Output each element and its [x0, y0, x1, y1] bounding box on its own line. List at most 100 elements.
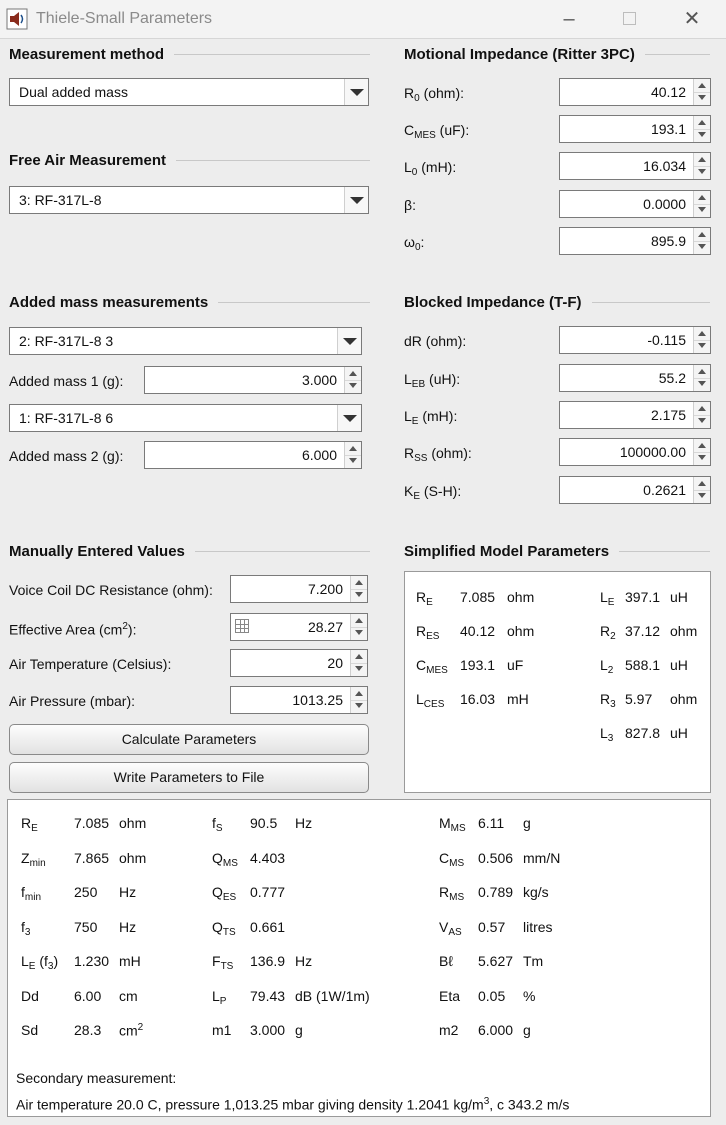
air-temperature-spinner[interactable]: 20 — [230, 649, 368, 677]
spin-down-icon[interactable] — [694, 129, 710, 142]
spin-up-icon[interactable] — [345, 367, 361, 381]
spin-up-icon[interactable] — [694, 79, 710, 93]
spin-up-icon[interactable] — [694, 477, 710, 491]
spin-up-icon[interactable] — [345, 442, 361, 456]
motional-spinner-2[interactable]: 16.034 — [559, 152, 711, 180]
added-mass-2-spinner[interactable]: 6.000 — [144, 441, 362, 469]
blocked-spinner-4[interactable]: 0.2621 — [559, 476, 711, 504]
window-title: Thiele-Small Parameters — [36, 10, 213, 27]
simplified-model-panel: RE 7.085 ohm RES 40.12 ohm CMES 193.1 uF LCES 16.0… — [404, 571, 711, 793]
result-param-symbol: fS — [212, 815, 223, 834]
spin-down-icon[interactable] — [694, 241, 710, 254]
spin-down-icon[interactable] — [694, 490, 710, 503]
spin-down-icon[interactable] — [351, 700, 367, 713]
simplified-param-value: 40.12 — [460, 623, 496, 639]
spin-up-icon[interactable] — [351, 614, 367, 628]
simplified-param-value: 5.97 — [625, 691, 653, 707]
result-param-value: 79.43 — [250, 987, 286, 1004]
result-param-value: 250 — [74, 884, 98, 900]
result-param-unit: Tm — [523, 953, 544, 969]
result-param-value: 3.000 — [250, 1022, 286, 1038]
blocked-label-3: RSS (ohm): — [404, 445, 472, 464]
motional-spinner-3[interactable]: 0.0000 — [559, 190, 711, 218]
dc-resistance-spinner[interactable]: 7.200 — [230, 575, 368, 603]
simplified-param-value: 7.085 — [460, 589, 496, 605]
free-air-select[interactable]: 3: RF-317L-8 — [9, 186, 369, 214]
blocked-spinner-2[interactable]: 2.175 — [559, 401, 711, 429]
result-param-value: 6.000 — [478, 1022, 514, 1038]
spin-up-icon[interactable] — [694, 228, 710, 242]
spin-down-icon[interactable] — [345, 380, 361, 393]
spin-down-icon[interactable] — [694, 166, 710, 179]
motional-label-0: R0 (ohm): — [404, 85, 465, 104]
motional-spinner-4[interactable]: 895.9 — [559, 227, 711, 255]
spin-down-icon[interactable] — [694, 204, 710, 217]
result-param-value: 0.661 — [250, 918, 286, 935]
added-mass-2-label: Added mass 2 (g): — [9, 448, 124, 464]
result-param-unit: mm/N — [523, 849, 561, 866]
spin-down-icon[interactable] — [694, 340, 710, 353]
manual-values-heading: Manually Entered Values — [9, 541, 370, 561]
maximize-button[interactable] — [609, 6, 649, 32]
result-param-symbol: Eta — [439, 987, 461, 1004]
result-param-symbol: fmin — [21, 884, 42, 903]
result-param-unit: ohm — [119, 849, 147, 866]
minimize-button[interactable]: – — [549, 6, 589, 32]
blocked-impedance-heading: Blocked Impedance (T-F) — [404, 292, 710, 312]
write-parameters-button[interactable]: Write Parameters to File — [9, 762, 369, 793]
blocked-spinner-3[interactable]: 100000.00 — [559, 438, 711, 466]
blocked-label-1: LEB (uH): — [404, 371, 461, 390]
spin-down-icon[interactable] — [694, 452, 710, 465]
spin-down-icon[interactable] — [694, 415, 710, 428]
result-param-value: 0.57 — [478, 918, 506, 935]
simplified-param-symbol: R3 — [600, 691, 616, 710]
motional-spinner-1[interactable]: 193.1 — [559, 115, 711, 143]
added-mass-select-2[interactable]: 1: RF-317L-8 6 — [9, 404, 362, 432]
simplified-param-unit: ohm — [670, 623, 698, 639]
calculator-icon[interactable] — [235, 619, 249, 633]
calculate-parameters-button[interactable]: Calculate Parameters — [9, 724, 369, 755]
result-param-unit: g — [523, 815, 531, 831]
spin-down-icon[interactable] — [351, 663, 367, 676]
measurement-method-heading: Measurement method — [9, 44, 370, 64]
spin-up-icon[interactable] — [694, 439, 710, 453]
result-param-symbol: Bℓ — [439, 953, 453, 969]
result-param-symbol: RE — [21, 815, 38, 834]
added-mass-select-1[interactable]: 2: RF-317L-8 3 — [9, 327, 362, 355]
spin-up-icon[interactable] — [694, 365, 710, 379]
spin-up-icon[interactable] — [694, 402, 710, 416]
spin-down-icon[interactable] — [345, 455, 361, 468]
blocked-spinner-1[interactable]: 55.2 — [559, 364, 711, 392]
spin-up-icon[interactable] — [694, 327, 710, 341]
results-panel: Secondary measurement: Air temperature 2… — [7, 799, 711, 1117]
air-pressure-spinner[interactable]: 1013.25 — [230, 686, 368, 714]
spin-down-icon[interactable] — [351, 627, 367, 640]
free-air-heading: Free Air Measurement — [9, 150, 370, 170]
spin-down-icon[interactable] — [694, 92, 710, 105]
spin-down-icon[interactable] — [694, 378, 710, 391]
spin-up-icon[interactable] — [694, 116, 710, 130]
motional-spinner-0[interactable]: 40.12 — [559, 78, 711, 106]
spin-up-icon[interactable] — [351, 687, 367, 701]
added-mass-1-spinner[interactable]: 3.000 — [144, 366, 362, 394]
spin-up-icon[interactable] — [694, 153, 710, 167]
effective-area-spinner[interactable]: 28.27 — [230, 613, 368, 641]
chevron-down-icon[interactable] — [344, 79, 368, 105]
close-button[interactable]: ✕ — [672, 6, 712, 32]
result-param-unit: % — [523, 987, 536, 1004]
blocked-label-0: dR (ohm): — [404, 333, 467, 349]
chevron-down-icon[interactable] — [337, 405, 361, 431]
chevron-down-icon[interactable] — [344, 187, 368, 213]
spin-down-icon[interactable] — [351, 589, 367, 602]
chevron-down-icon[interactable] — [337, 328, 361, 354]
spin-up-icon[interactable] — [351, 576, 367, 590]
result-param-value: 6.11 — [478, 815, 505, 831]
measurement-method-select[interactable]: Dual added mass — [9, 78, 369, 106]
spin-up-icon[interactable] — [694, 191, 710, 205]
simplified-model-heading: Simplified Model Parameters — [404, 541, 710, 561]
result-param-value: 4.403 — [250, 849, 286, 866]
spin-up-icon[interactable] — [351, 650, 367, 664]
blocked-spinner-0[interactable]: -0.115 — [559, 326, 711, 354]
result-param-value: 90.5 — [250, 815, 278, 831]
simplified-param-unit: ohm — [507, 623, 535, 639]
